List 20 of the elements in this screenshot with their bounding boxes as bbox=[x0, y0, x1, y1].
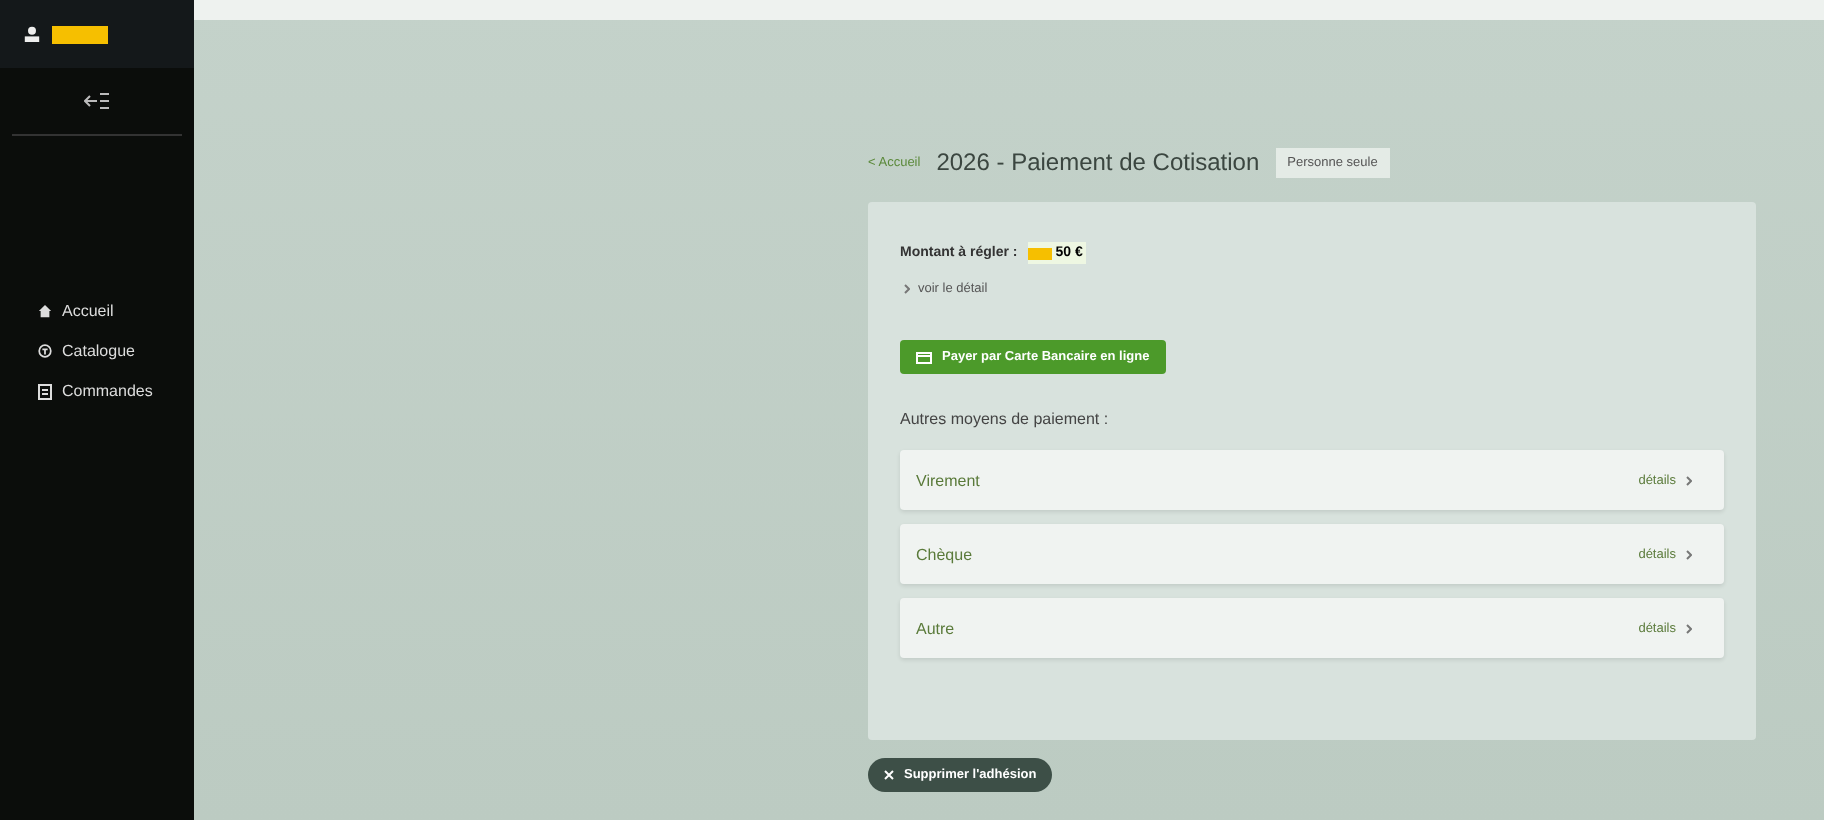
document-icon bbox=[38, 383, 52, 399]
chevron-icon bbox=[904, 284, 910, 294]
chevron-icon bbox=[1686, 549, 1692, 559]
card-icon bbox=[916, 351, 932, 363]
section-heading: Autres moyens de paiement : bbox=[900, 410, 1111, 428]
collapse-icon bbox=[84, 92, 110, 110]
nav-item[interactable]: Accueil bbox=[38, 302, 194, 320]
redaction-mark bbox=[52, 25, 108, 43]
method-label: Autre bbox=[916, 619, 955, 637]
page-title: 2026 - Paiement de Cotisation bbox=[936, 148, 1260, 176]
chevron-icon bbox=[1686, 475, 1692, 485]
nav-item[interactable]: Commandes bbox=[38, 382, 194, 400]
method-label: Chèque bbox=[916, 545, 973, 563]
close-icon bbox=[884, 770, 894, 780]
method-label: Virement bbox=[916, 471, 980, 489]
home-icon bbox=[38, 304, 52, 318]
user-icon bbox=[24, 26, 40, 42]
nav-item[interactable]: Catalogue bbox=[38, 342, 194, 360]
chevron-icon bbox=[1686, 623, 1692, 633]
tag-icon bbox=[38, 344, 52, 358]
